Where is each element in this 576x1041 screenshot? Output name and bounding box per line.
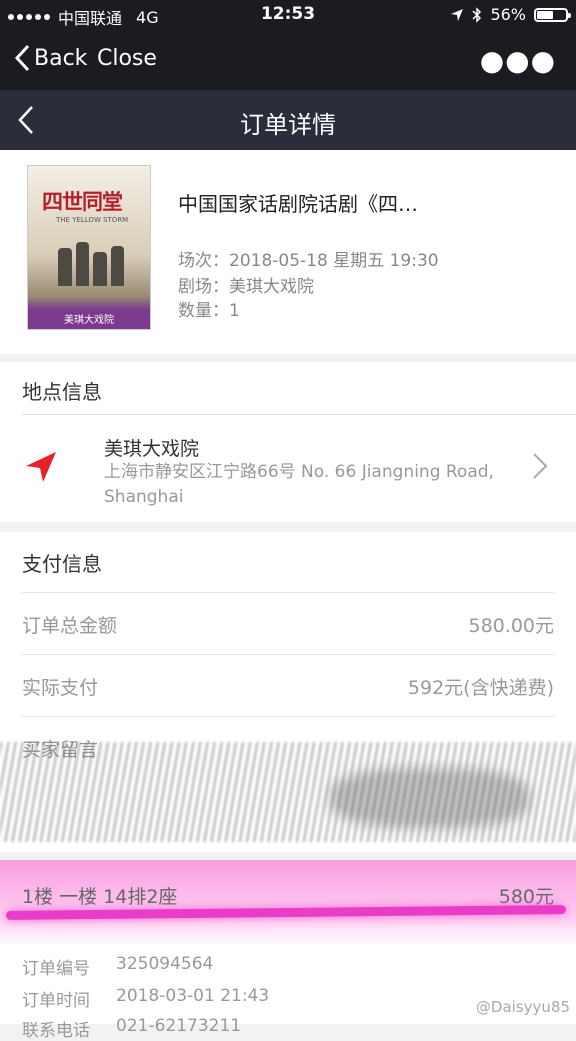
order-number-row: 订单编号 325094564 bbox=[22, 954, 213, 979]
payment-section: 支付信息 订单总金额 580.00元 实际支付 592元(含快递费) 买家留言 bbox=[0, 532, 576, 852]
venue-address: 上海市静安区江宁路66号 No. 66 Jiangning Road, Shan… bbox=[104, 462, 494, 507]
contact-phone-row: 联系电话 021-62173211 bbox=[22, 1016, 241, 1041]
order-time-value: 2018-03-01 21:43 bbox=[116, 986, 270, 1006]
status-right: 56% bbox=[450, 5, 571, 24]
back-button[interactable]: Back bbox=[14, 44, 87, 72]
seat-label: 1楼 一楼 14排2座 bbox=[22, 886, 178, 908]
actual-payment-row: 实际支付 592元(含快递费) bbox=[22, 654, 554, 715]
venue-row[interactable]: 美琪大戏院 上海市静安区江宁路66号 No. 66 Jiangning Road… bbox=[0, 415, 576, 522]
status-bar: 中国联通 4G 12:53 56% bbox=[0, 0, 576, 30]
chevron-left-icon bbox=[14, 44, 30, 72]
show-name: 中国国家话剧院话剧《四… bbox=[178, 192, 418, 216]
order-total-value: 580.00元 bbox=[468, 615, 554, 637]
payment-section-title: 支付信息 bbox=[22, 552, 102, 576]
chevron-right-icon bbox=[533, 453, 548, 479]
location-section-title: 地点信息 bbox=[22, 380, 102, 404]
battery-percent: 56% bbox=[490, 5, 526, 24]
poster-title: 四世同堂 bbox=[42, 190, 123, 214]
seat-order-section: 1楼 一楼 14排2座 580元 订单编号 325094564 订单时间 201… bbox=[0, 860, 576, 1041]
bluetooth-icon bbox=[472, 6, 482, 23]
location-section: 地点信息 美琪大戏院 上海市静安区江宁路66号 No. 66 Jiangning… bbox=[0, 362, 576, 522]
page-header: 订单详情 bbox=[0, 90, 576, 150]
actual-payment-label: 实际支付 bbox=[22, 677, 99, 699]
show-poster: 四世同堂 THE YELLOW STORM 美琪大戏院 bbox=[27, 165, 151, 330]
show-session: 场次：2018-05-18 星期五 19:30 bbox=[178, 251, 439, 271]
redaction-smudge bbox=[330, 768, 530, 828]
order-total-label: 订单总金额 bbox=[22, 615, 118, 637]
more-options-button[interactable]: ●●● bbox=[480, 44, 556, 77]
weibo-watermark: @Daisyyu85 bbox=[475, 998, 570, 1016]
location-arrow-icon bbox=[26, 452, 56, 482]
poster-figures bbox=[58, 242, 124, 286]
order-time-row: 订单时间 2018-03-01 21:43 bbox=[22, 986, 269, 1011]
contact-phone-label: 联系电话 bbox=[22, 1021, 90, 1041]
ticket-quantity: 数量：1 bbox=[178, 301, 240, 321]
venue-name: 美琪大戏院 bbox=[104, 438, 200, 460]
close-button[interactable]: Close bbox=[97, 46, 157, 71]
page-title: 订单详情 bbox=[240, 111, 336, 139]
actual-payment-value: 592元(含快递费) bbox=[407, 677, 554, 699]
order-number-value: 325094564 bbox=[116, 954, 214, 974]
battery-icon bbox=[534, 7, 571, 22]
battery-fill bbox=[537, 10, 553, 19]
show-venue: 剧场：美琪大戏院 bbox=[178, 277, 314, 297]
more-dots-icon: ●●● bbox=[479, 44, 556, 77]
ticket-summary[interactable]: 四世同堂 THE YELLOW STORM 美琪大戏院 中国国家话剧院话剧《四…… bbox=[0, 150, 576, 354]
poster-subtitle: THE YELLOW STORM bbox=[56, 216, 129, 224]
order-number-label: 订单编号 bbox=[22, 959, 90, 979]
contact-phone-value: 021-62173211 bbox=[116, 1016, 242, 1036]
location-services-icon bbox=[451, 8, 464, 21]
back-label: Back bbox=[34, 45, 88, 71]
poster-footer: 美琪大戏院 bbox=[64, 315, 114, 326]
browser-toolbar: Back Close ●●● bbox=[0, 30, 576, 90]
order-total-row: 订单总金额 580.00元 bbox=[22, 592, 554, 653]
order-time-label: 订单时间 bbox=[22, 991, 90, 1011]
